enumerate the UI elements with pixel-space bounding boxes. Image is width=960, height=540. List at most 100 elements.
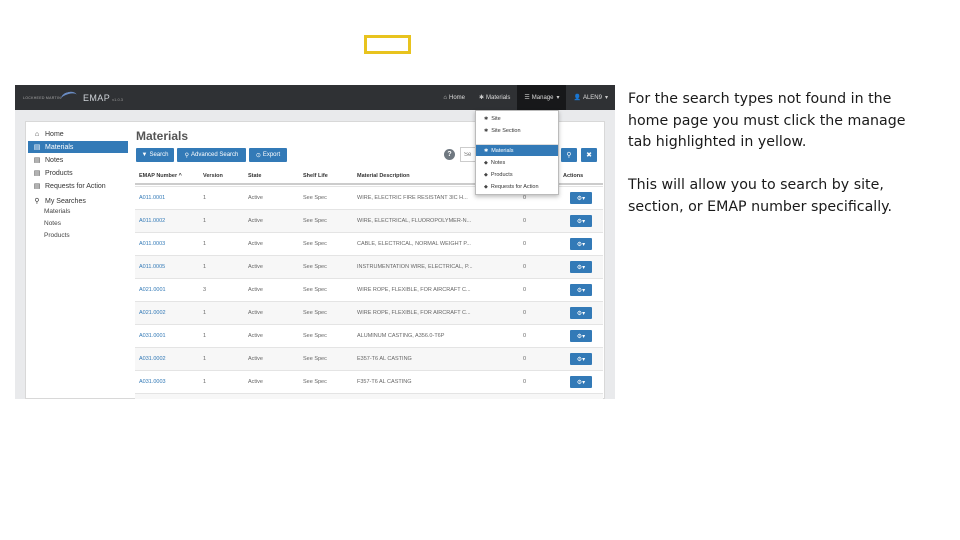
caret-down-icon: ▾ — [556, 95, 560, 101]
table-cell: See Spec — [303, 356, 327, 362]
search-icon: ⚲ — [566, 152, 572, 159]
table-cell: See Spec — [303, 264, 327, 270]
sidebar-item-notes[interactable]: ▤ Notes — [28, 154, 128, 166]
emap-number-link[interactable]: A011.0001 — [139, 195, 199, 201]
document-icon: ▤ — [33, 183, 41, 190]
manage-menu-products[interactable]: ◆ Products — [476, 169, 558, 180]
table-cell: INSTRUMENTATION WIRE, ELECTRICAL, P... — [357, 264, 473, 270]
table-cell: 1 — [203, 195, 207, 201]
highlight-box — [364, 35, 411, 54]
row-actions-button[interactable]: ⚙▾ — [570, 307, 592, 319]
nav-home[interactable]: ⌂ Home — [436, 85, 472, 110]
emap-number-link[interactable]: A031.0001 — [139, 333, 199, 339]
table-cell: WIRE, ELECTRICAL, FLUOROPOLYMER-N... — [357, 218, 472, 224]
row-actions-button[interactable]: ⚙▾ — [570, 376, 592, 388]
table-cell: Active — [248, 356, 263, 362]
column-header[interactable]: Shelf Life — [303, 173, 328, 179]
caret-down-icon: ▾ — [604, 95, 608, 101]
nav-user[interactable]: 👤 ALEN9 ▾ — [566, 85, 615, 110]
asterisk-icon: ✱ — [479, 95, 485, 101]
home-icon: ⌂ — [443, 94, 447, 101]
row-actions-button[interactable]: ⚙▾ — [570, 284, 592, 296]
brand[interactable]: LOCKHEED MARTIN EMAP v1.0.3 — [23, 89, 123, 105]
instruction-notes: For the search types not found in the ho… — [628, 89, 928, 218]
sidebar-item-home[interactable]: ⌂ Home — [28, 128, 128, 140]
list-icon: ☰ — [524, 95, 530, 101]
diamond-icon: ◆ — [484, 159, 488, 166]
table-cell: Active — [248, 195, 263, 201]
row-actions-button[interactable]: ⚙▾ — [570, 192, 592, 204]
row-actions-button[interactable]: ⚙▾ — [570, 261, 592, 273]
sidebar-item-materials[interactable]: ▤ Materials — [28, 141, 128, 153]
export-button[interactable]: ⊙ Export — [249, 148, 287, 162]
sidebar-item-my-searches[interactable]: ⚲ My Searches — [28, 195, 128, 207]
advanced-search-button[interactable]: ⚲ Advanced Search — [177, 148, 246, 162]
table-cell: 0 — [523, 356, 527, 362]
column-header[interactable]: Version — [203, 173, 223, 179]
manage-menu-site-section[interactable]: ✱ Site Section — [476, 125, 558, 136]
table-row[interactable]: A021.0001 3 Active See Spec WIRE ROPE, FLEXI… — [135, 278, 603, 301]
emap-number-link[interactable]: A021.0002 — [139, 310, 199, 316]
row-actions-button[interactable]: ⚙▾ — [570, 238, 592, 250]
search-submit-button[interactable]: ⚲ — [561, 148, 577, 162]
row-actions-button[interactable]: ⚙▾ — [570, 330, 592, 342]
column-header[interactable]: State — [248, 173, 261, 179]
emap-number-link[interactable]: A011.0005 — [139, 264, 199, 270]
manage-menu-site[interactable]: ✱ Site — [476, 113, 558, 124]
manage-menu-notes[interactable]: ◆ Notes — [476, 157, 558, 168]
clear-search-button[interactable]: ✖ — [581, 148, 597, 162]
emap-number-link[interactable]: A021.0001 — [139, 287, 199, 293]
sidebar-item-products[interactable]: ▤ Products — [28, 167, 128, 179]
table-cell: 1 — [203, 356, 207, 362]
table-row[interactable]: A021.0002 1 Active See Spec WIRE ROPE, FLEXI… — [135, 301, 603, 324]
saved-search-notes[interactable]: Notes — [44, 220, 61, 227]
table-row[interactable]: A011.0003 1 Active See Spec CABLE, ELECTRICA… — [135, 232, 603, 255]
search-button[interactable]: ▼ Search — [136, 148, 174, 162]
sidebar-item-requests[interactable]: ▤ Requests for Action — [28, 180, 128, 192]
table-row[interactable]: A031.0002 1 Active See Spec E357-T6 AL CASTI… — [135, 347, 603, 370]
nav-materials[interactable]: ✱ Materials — [472, 85, 517, 110]
table-row[interactable]: A011.0005 1 Active See Spec INSTRUMENTATION … — [135, 255, 603, 278]
table-cell: E357-T6 AL CASTING — [357, 356, 412, 362]
table-cell: ALUMINUM CASTING, A356.0-T6P — [357, 333, 445, 339]
export-icon: ⊙ — [255, 152, 261, 159]
saved-search-materials[interactable]: Materials — [44, 208, 70, 215]
app-name: EMAP — [83, 92, 111, 103]
table-row[interactable]: A011.0002 1 Active See Spec WIRE, ELECTRICAL… — [135, 209, 603, 232]
emap-screenshot: LOCKHEED MARTIN EMAP v1.0.3 ⌂ Home ✱ Mat… — [15, 85, 615, 399]
column-header[interactable]: EMAP Number ^ — [139, 173, 182, 179]
page-title: Materials — [136, 129, 189, 143]
top-navbar: LOCKHEED MARTIN EMAP v1.0.3 ⌂ Home ✱ Mat… — [15, 85, 615, 110]
emap-number-link[interactable]: A031.0002 — [139, 356, 199, 362]
help-icon[interactable]: ? — [444, 149, 455, 160]
row-actions-button[interactable]: ⚙▾ — [570, 215, 592, 227]
emap-number-link[interactable]: A031.0003 — [139, 379, 199, 385]
nav-manage[interactable]: ☰ Manage ▾ — [517, 85, 567, 110]
manage-menu-requests[interactable]: ◆ Requests for Action — [476, 181, 558, 192]
table-cell: 1 — [203, 241, 207, 247]
logo-swoosh-icon — [59, 89, 79, 104]
table-row[interactable]: A031.0003 1 Active See Spec F357-T6 AL CASTI… — [135, 370, 603, 393]
search-icon: ⚲ — [34, 198, 40, 205]
table-cell: Active — [248, 287, 263, 293]
diamond-icon: ◆ — [484, 183, 488, 190]
manage-dropdown-menu: ✱ Site ✱ Site Section ✱ Materials ◆ Note… — [475, 110, 559, 195]
table-cell: 1 — [203, 333, 207, 339]
saved-search-products[interactable]: Products — [44, 232, 70, 239]
diamond-icon: ◆ — [484, 171, 488, 178]
table-cell: 0 — [523, 379, 527, 385]
table-cell: Active — [248, 379, 263, 385]
table-cell: Active — [248, 310, 263, 316]
search-icon: ⚲ — [184, 152, 190, 159]
manage-menu-materials[interactable]: ✱ Materials — [476, 145, 558, 156]
emap-number-link[interactable]: A011.0003 — [139, 241, 199, 247]
table-row[interactable]: A032.00011ActiveSee Spec17-4PH CASTING (… — [135, 393, 603, 399]
emap-number-link[interactable]: A011.0002 — [139, 218, 199, 224]
column-header[interactable]: Material Description — [357, 173, 410, 179]
table-row[interactable]: A031.0001 1 Active See Spec ALUMINUM CASTING… — [135, 324, 603, 347]
row-actions-button[interactable]: ⚙▾ — [570, 353, 592, 365]
asterisk-icon: ✱ — [484, 115, 489, 122]
table-cell: See Spec — [303, 379, 327, 385]
table-cell: 1 — [203, 264, 207, 270]
asterisk-icon: ✱ — [484, 127, 489, 134]
